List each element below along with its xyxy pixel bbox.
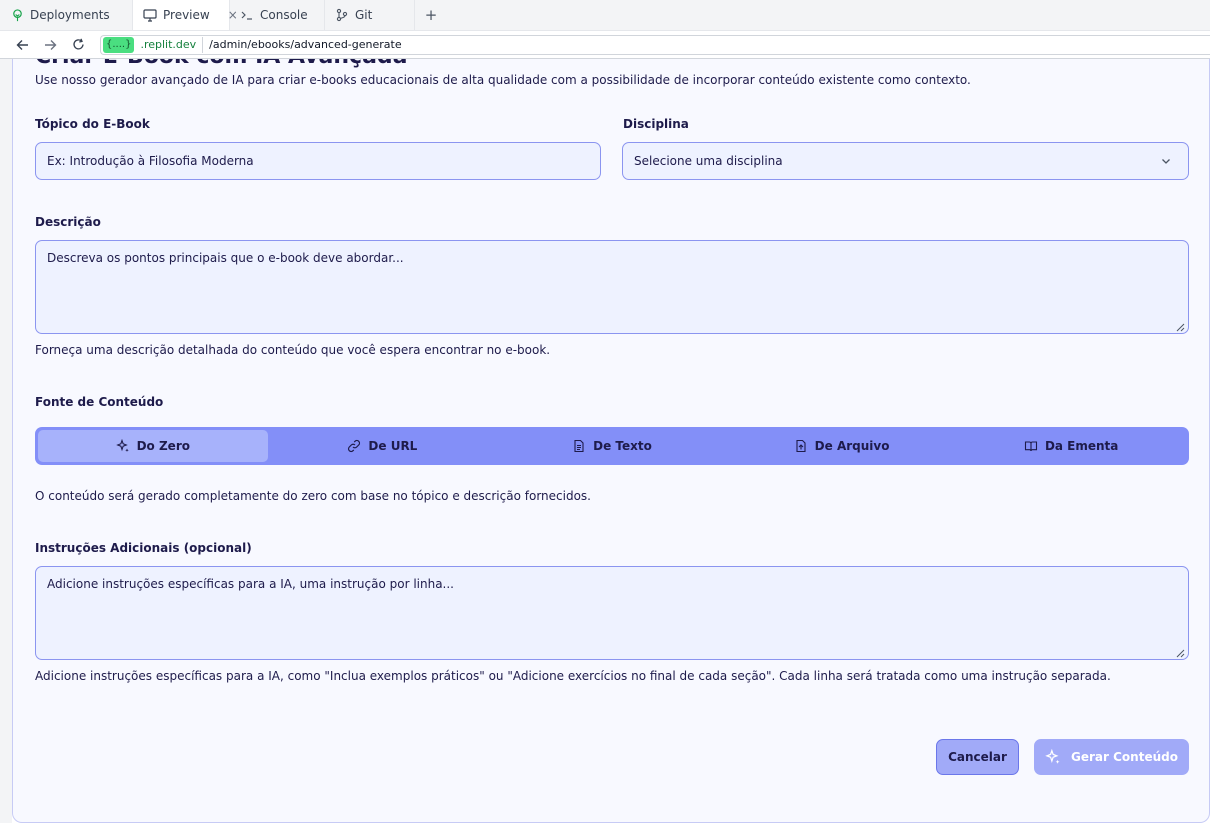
generate-content-button[interactable]: Gerar Conteúdo — [1034, 739, 1189, 775]
deployments-icon — [10, 8, 24, 22]
git-icon — [335, 8, 349, 22]
tab-de-arquivo[interactable]: De Arquivo — [727, 430, 957, 462]
url-separator — [202, 36, 204, 53]
monitor-icon — [143, 8, 157, 22]
tab-de-texto[interactable]: De Texto — [497, 430, 727, 462]
instructions-label: Instruções Adicionais (opcional) — [35, 541, 252, 555]
instructions-hint: Adicione instruções específicas para a I… — [35, 669, 1111, 683]
url-domain: .replit.dev — [140, 38, 197, 51]
generate-label: Gerar Conteúdo — [1071, 750, 1178, 764]
content-source-tabs: Do Zero De URL De Texto De Arquivo Da Em… — [35, 427, 1189, 465]
cancel-button[interactable]: Cancelar — [936, 739, 1019, 775]
discipline-value: Selecione uma disciplina — [634, 154, 783, 168]
tab-deployments[interactable]: Deployments — [0, 0, 133, 30]
source-hint: O conteúdo será gerado completamente do … — [35, 489, 591, 503]
discipline-select[interactable]: Selecione uma disciplina — [622, 142, 1189, 180]
tab-do-zero[interactable]: Do Zero — [38, 430, 268, 462]
cancel-label: Cancelar — [948, 750, 1007, 764]
browser-tab-bar: Deployments Preview × Console Git + — [0, 0, 1210, 31]
sparkles-icon — [115, 439, 130, 453]
left-gutter — [0, 59, 12, 823]
url-path: /admin/ebooks/advanced-generate — [209, 38, 402, 51]
back-arrow-icon[interactable] — [14, 37, 30, 53]
new-tab-button[interactable]: + — [415, 0, 447, 30]
description-textarea[interactable]: Descreva os pontos principais que o e-bo… — [35, 240, 1189, 334]
tab-label: Deployments — [30, 8, 110, 22]
tab-label: Do Zero — [136, 439, 190, 453]
resize-handle-icon[interactable] — [1176, 321, 1185, 332]
tab-label: Git — [355, 8, 373, 22]
tab-label: De Texto — [593, 439, 652, 453]
discipline-label: Disciplina — [623, 117, 689, 131]
book-open-icon — [1024, 439, 1038, 453]
url-badge: {....} — [103, 36, 135, 53]
address-bar: {....} .replit.dev /admin/ebooks/advance… — [0, 31, 1210, 59]
tab-preview[interactable]: Preview × — [133, 0, 238, 30]
page-intro: Use nosso gerador avançado de IA para cr… — [35, 73, 971, 87]
description-placeholder: Descreva os pontos principais que o e-bo… — [47, 251, 404, 265]
link-icon — [347, 439, 361, 453]
tab-git[interactable]: Git — [325, 0, 415, 30]
ebook-generator-card: Criar E-Book com IA Avançada Use nosso g… — [12, 59, 1210, 823]
source-label: Fonte de Conteúdo — [35, 395, 164, 409]
tab-label: De URL — [368, 439, 418, 453]
instructions-textarea[interactable]: Adicione instruções específicas para a I… — [35, 566, 1189, 660]
page-title: Criar E-Book com IA Avançada — [35, 59, 408, 69]
instructions-placeholder: Adicione instruções específicas para a I… — [47, 577, 454, 591]
reload-icon[interactable] — [70, 37, 86, 53]
tab-console[interactable]: Console — [230, 0, 325, 30]
tab-de-url[interactable]: De URL — [268, 430, 498, 462]
url-field[interactable]: {....} .replit.dev /admin/ebooks/advance… — [100, 34, 1210, 55]
resize-handle-icon[interactable] — [1176, 647, 1185, 658]
tab-label: De Arquivo — [814, 439, 890, 453]
tab-label: Da Ementa — [1044, 439, 1119, 453]
file-text-icon — [572, 439, 586, 453]
sparkles-icon — [1045, 749, 1061, 765]
topic-label: Tópico do E-Book — [35, 117, 150, 131]
tab-label: Console — [260, 8, 308, 22]
file-upload-icon — [794, 439, 808, 453]
topic-placeholder: Ex: Introdução à Filosofia Moderna — [47, 154, 254, 168]
description-hint: Forneça uma descrição detalhada do conte… — [35, 343, 551, 357]
tab-label: Preview — [163, 8, 210, 22]
description-label: Descrição — [35, 215, 101, 229]
forward-arrow-icon[interactable] — [42, 37, 58, 53]
chevron-down-icon — [1160, 155, 1172, 167]
terminal-icon — [240, 8, 254, 22]
tab-da-ementa[interactable]: Da Ementa — [956, 430, 1186, 462]
topic-input[interactable]: Ex: Introdução à Filosofia Moderna — [35, 142, 601, 180]
